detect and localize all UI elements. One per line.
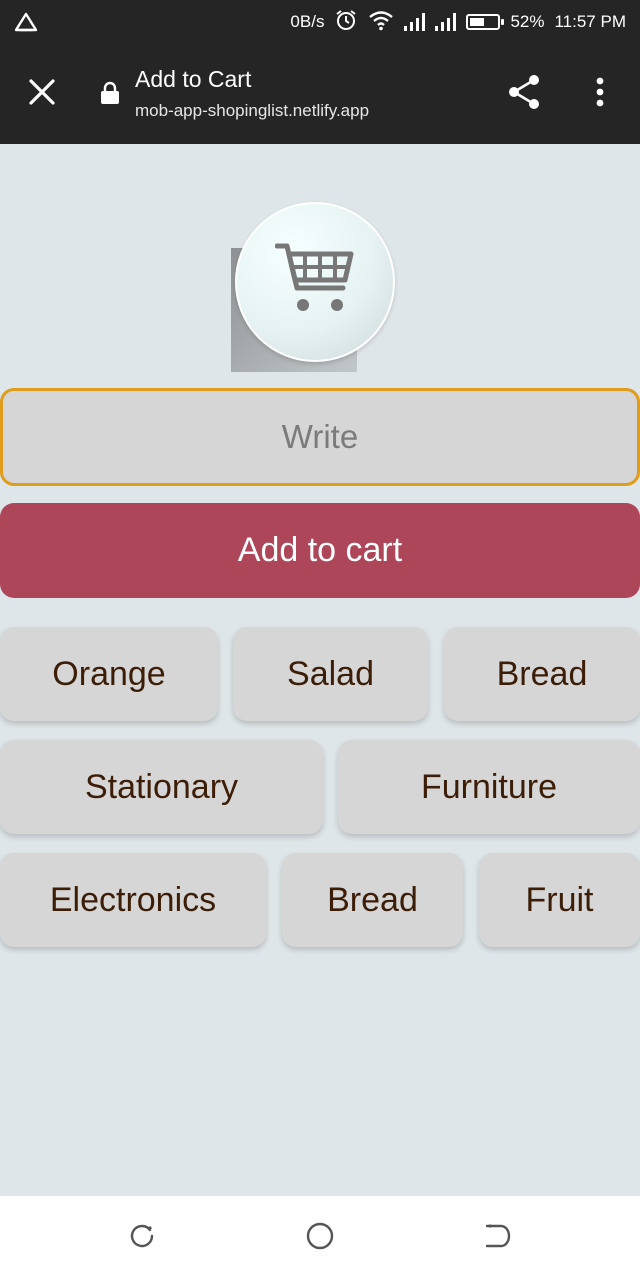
chip-bread-2[interactable]: Bread: [282, 853, 463, 947]
close-icon: [28, 78, 56, 111]
chip-furniture[interactable]: Furniture: [338, 740, 640, 834]
back-icon: [481, 1222, 511, 1255]
page-title: Add to Cart: [135, 66, 252, 92]
net-speed: 0B/s: [290, 12, 325, 31]
signal-1-icon: [404, 13, 426, 31]
battery-percent: 52%: [510, 12, 545, 31]
chip-electronics[interactable]: Electronics: [0, 853, 266, 947]
more-options-button[interactable]: [572, 66, 628, 122]
chip-orange[interactable]: Orange: [0, 627, 218, 721]
chip-bread[interactable]: Bread: [444, 627, 640, 721]
battery-icon: [466, 14, 505, 30]
wifi-icon: [368, 9, 394, 36]
more-vert-icon: [596, 77, 604, 112]
close-button[interactable]: [14, 66, 70, 122]
home-icon: [305, 1221, 335, 1256]
alarm-icon: [334, 8, 358, 37]
item-input[interactable]: [0, 388, 640, 486]
status-icons: 0B/s 52% 11:57 PM: [290, 0, 626, 44]
browser-toolbar: Add to Cart mob-app-shopinglist.netlify.…: [0, 44, 640, 144]
share-icon: [507, 74, 541, 115]
lock-icon: [100, 81, 120, 110]
home-button[interactable]: [298, 1216, 342, 1260]
cart-logo: [231, 200, 397, 374]
system-nav-bar: [0, 1196, 640, 1280]
logo-circle: [235, 202, 395, 362]
page-url[interactable]: mob-app-shopinglist.netlify.app: [135, 101, 369, 121]
app-triangle-icon: [14, 12, 38, 37]
shopping-cart-icon: [274, 242, 355, 323]
add-to-cart-button[interactable]: Add to cart: [0, 503, 640, 598]
chip-fruit[interactable]: Fruit: [479, 853, 640, 947]
share-button[interactable]: [496, 66, 552, 122]
clock: 11:57 PM: [554, 12, 626, 31]
recent-apps-button[interactable]: [120, 1216, 164, 1260]
chip-stationary[interactable]: Stationary: [0, 740, 323, 834]
signal-2-icon: [435, 13, 457, 31]
recent-apps-icon: [128, 1222, 156, 1255]
chip-salad[interactable]: Salad: [233, 627, 428, 721]
back-button[interactable]: [474, 1216, 518, 1260]
status-bar: 0B/s 52% 11:57 PM: [0, 0, 640, 44]
